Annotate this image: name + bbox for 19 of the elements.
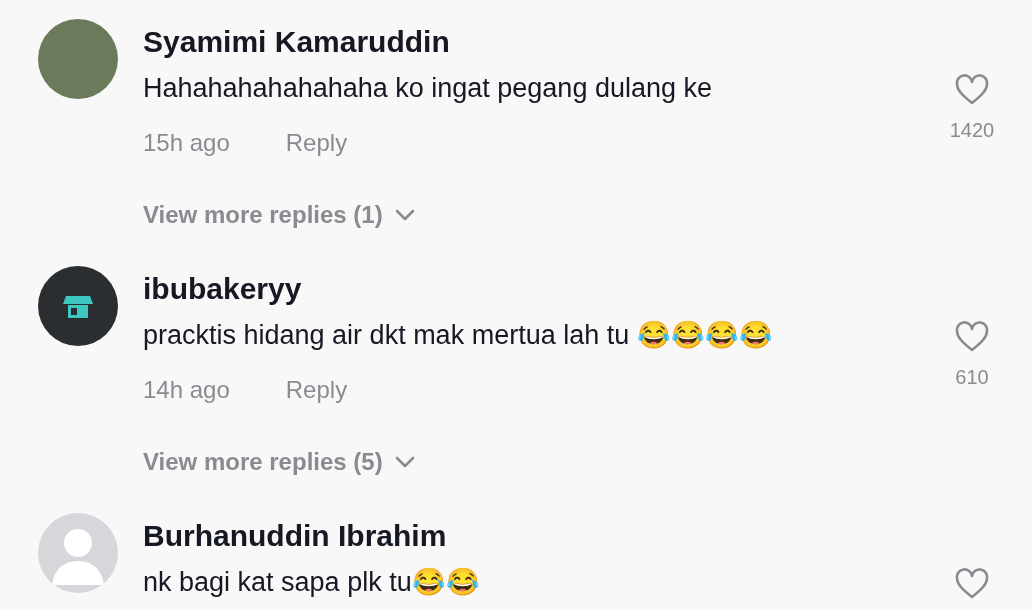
reply-button[interactable]: Reply (285, 128, 348, 158)
comment-text: Hahahahahahahaha ko ingat pegang dulang ke (143, 72, 713, 105)
comment-text: pracktis hidang air dkt mak mertua lah tu 😂😂😂😂 (143, 319, 774, 352)
username: ibubakeryy (143, 271, 303, 307)
like-count: 1420 (949, 119, 995, 142)
view-replies-button[interactable]: View more replies (1) (143, 200, 415, 230)
like-icon[interactable] (954, 321, 990, 353)
comment-text: nk bagi kat sapa plk tu😂😂 (143, 566, 481, 599)
view-replies-button[interactable]: View more replies (5) (143, 447, 415, 477)
like-icon[interactable] (954, 568, 990, 600)
like-count: 610 (955, 366, 989, 389)
reply-button[interactable]: Reply (285, 375, 348, 405)
username: Burhanuddin Ibrahim (143, 518, 448, 554)
timestamp: 15h ago (143, 128, 230, 158)
username: Syamimi Kamaruddin (143, 24, 451, 60)
chevron-down-icon (394, 456, 415, 468)
timestamp: 14h ago (143, 375, 230, 405)
chevron-down-icon (394, 209, 415, 221)
like-icon[interactable] (954, 74, 990, 106)
